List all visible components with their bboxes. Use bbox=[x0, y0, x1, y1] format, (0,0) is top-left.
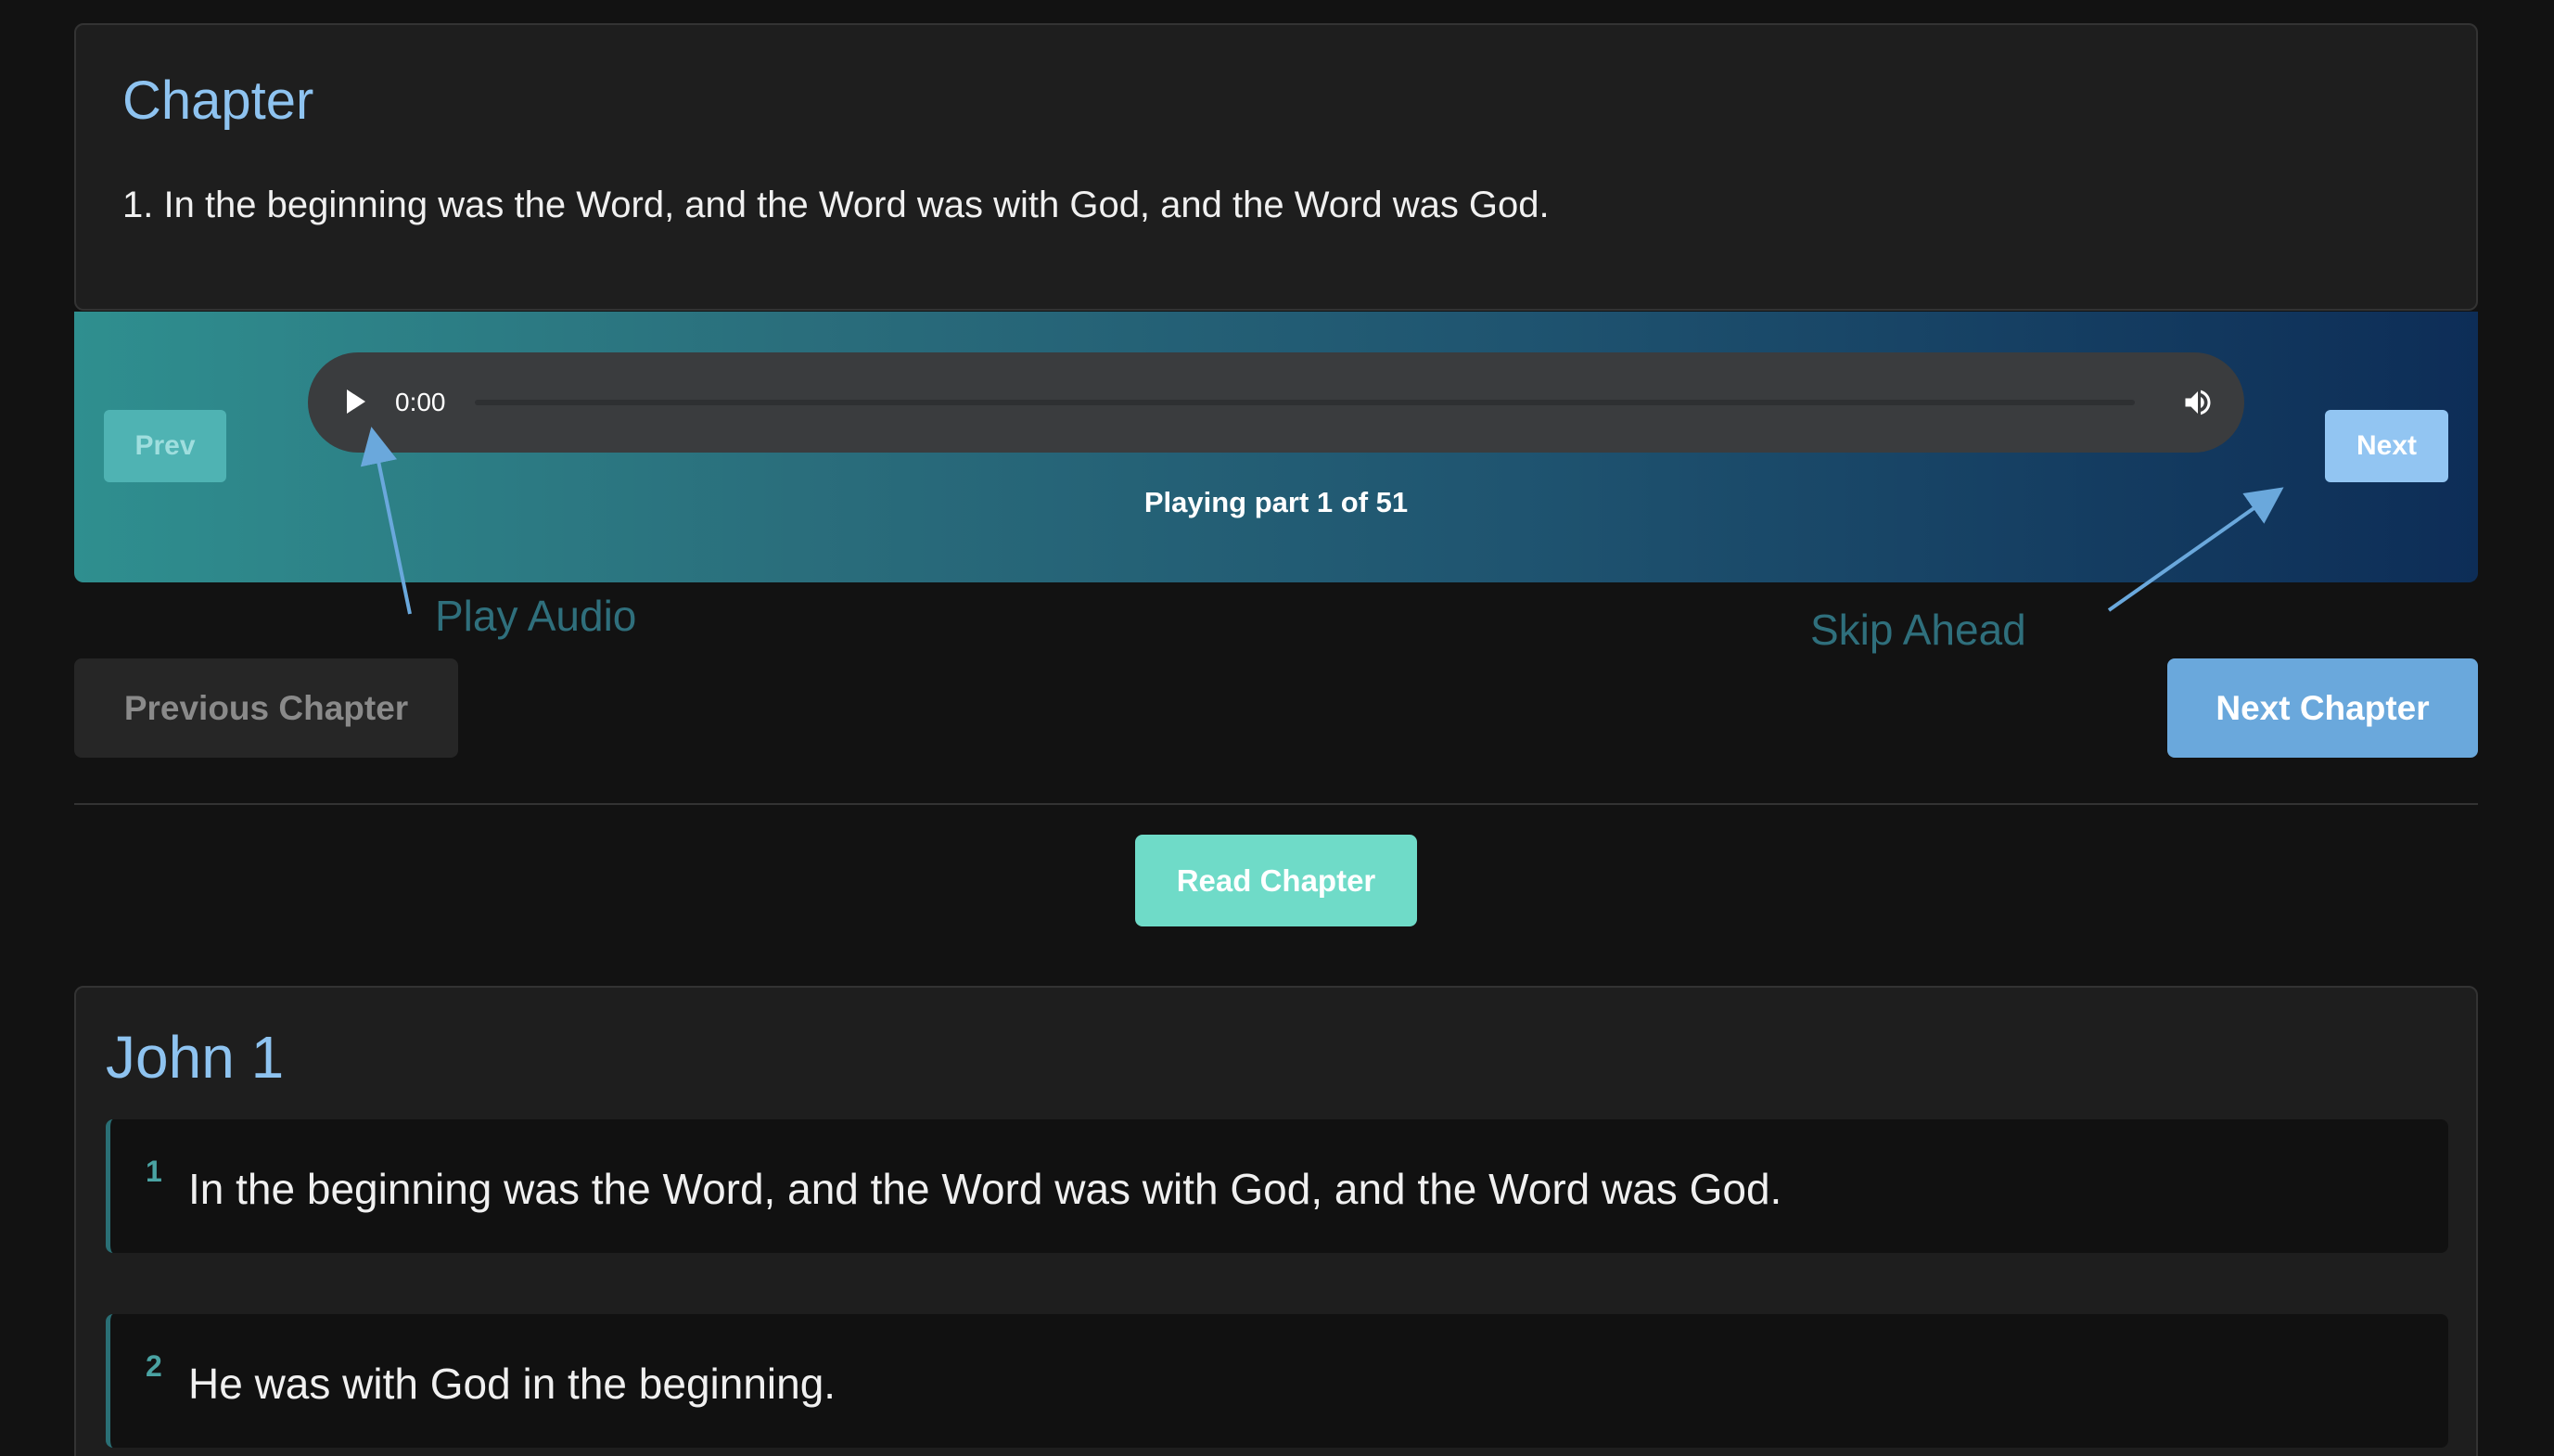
verse-text: In the beginning was the Word, and the W… bbox=[188, 1165, 1782, 1213]
read-chapter-button[interactable]: Read Chapter bbox=[1135, 835, 1417, 926]
book-chapter-card: John 1 1 In the beginning was the Word, … bbox=[74, 986, 2478, 1456]
book-chapter-title: John 1 bbox=[106, 1024, 285, 1091]
divider bbox=[74, 803, 2478, 805]
verse-number: 1 bbox=[146, 1155, 162, 1188]
next-part-button[interactable]: Next bbox=[2325, 410, 2448, 482]
chapter-card: Chapter 1. In the beginning was the Word… bbox=[74, 23, 2478, 311]
verse-number: 2 bbox=[146, 1349, 162, 1383]
audio-player[interactable]: 0:00 bbox=[308, 352, 2244, 453]
prev-part-button[interactable]: Prev bbox=[104, 410, 226, 482]
previous-chapter-button[interactable]: Previous Chapter bbox=[74, 658, 458, 758]
audio-progress-slider[interactable] bbox=[475, 400, 2135, 405]
current-verse-text: 1. In the beginning was the Word, and th… bbox=[122, 185, 1550, 225]
verse-item: 1 In the beginning was the Word, and the… bbox=[106, 1119, 2448, 1253]
audio-player-panel: Prev 0:00 Playing part 1 of 51 Next bbox=[74, 312, 2478, 582]
time-display: 0:00 bbox=[395, 388, 446, 416]
skip-ahead-annotation: Skip Ahead bbox=[1810, 606, 2026, 654]
chapter-title: Chapter bbox=[122, 70, 314, 131]
verse-item: 2 He was with God in the beginning. bbox=[106, 1314, 2448, 1448]
verse-text: He was with God in the beginning. bbox=[188, 1360, 836, 1408]
volume-icon[interactable] bbox=[2181, 386, 2215, 419]
playing-status: Playing part 1 of 51 bbox=[1143, 486, 1409, 518]
next-chapter-button[interactable]: Next Chapter bbox=[2167, 658, 2478, 758]
page: Chapter 1. In the beginning was the Word… bbox=[0, 0, 2554, 1456]
play-icon[interactable] bbox=[347, 390, 365, 414]
play-audio-annotation: Play Audio bbox=[435, 592, 637, 640]
